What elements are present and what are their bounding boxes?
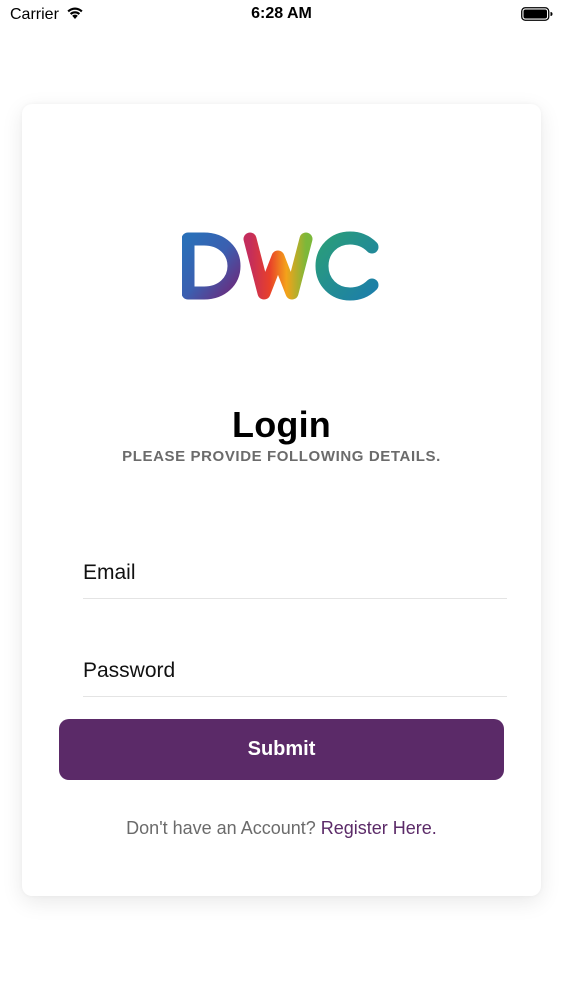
register-link[interactable]: Register Here: [321, 818, 432, 838]
register-prompt-text: Don't have an Account?: [126, 818, 321, 838]
register-prompt-line: Don't have an Account? Register Here.: [22, 818, 541, 839]
register-suffix: .: [431, 818, 437, 838]
page-subtitle: PLEASE PROVIDE FOLLOWING DETAILS.: [122, 448, 441, 465]
status-bar: Carrier 6:28 AM: [0, 0, 563, 30]
page-title: Login: [232, 404, 331, 445]
login-card: Login PLEASE PROVIDE FOLLOWING DETAILS. …: [22, 104, 541, 896]
password-field[interactable]: [83, 646, 507, 696]
dwc-logo: [181, 231, 382, 301]
email-field[interactable]: [83, 548, 507, 598]
password-field-container: [83, 646, 507, 697]
clock: 6:28 AM: [251, 5, 312, 22]
submit-button[interactable]: Submit: [59, 719, 504, 780]
email-field-container: [83, 548, 507, 599]
battery-icon: [521, 7, 553, 21]
